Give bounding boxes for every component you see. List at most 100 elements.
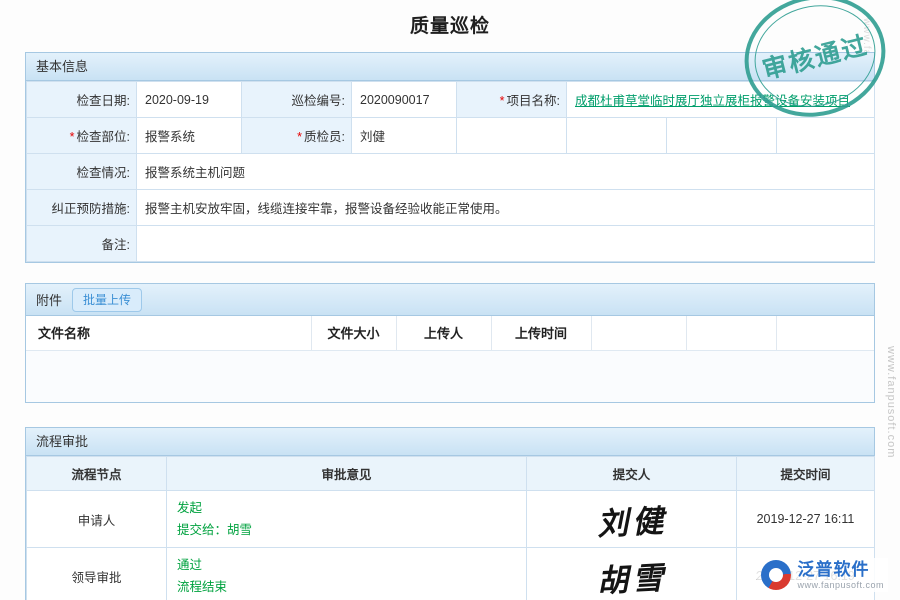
check-date-value-text: 2020-09-19 — [145, 93, 209, 107]
situation-label: 检查情况: — [27, 154, 137, 190]
patrol-no-label: 巡检编号: — [242, 82, 352, 118]
approval-time-text: 2019-12-27 16:11 — [757, 512, 855, 526]
signature: 胡雪 — [595, 552, 667, 600]
approval-action-link[interactable]: 发起 — [177, 497, 202, 520]
col-file-size-text: 文件大小 — [327, 326, 379, 341]
attachments-col-file-name: 文件名称 — [26, 316, 311, 350]
col-upload-time-text: 上传时间 — [515, 326, 567, 341]
situation-label-text: 检查情况: — [77, 166, 130, 180]
attachments-header-row: 文件名称 文件大小 上传人 上传时间 — [26, 316, 874, 350]
approval-node-text: 领导审批 — [71, 571, 121, 585]
approval-opinion: 通过 流程结束 — [167, 548, 527, 600]
inspector-label: *质检员: — [242, 118, 352, 154]
attachments-section: 附件 批量上传 文件名称 文件大小 上传人 上传时间 — [25, 283, 875, 403]
check-part-label-text: 检查部位: — [77, 130, 130, 144]
attachments-empty-row — [26, 350, 874, 402]
check-part-value: 报警系统 — [137, 118, 242, 154]
basic-info-section: 基本信息 检查日期: 2020-09-19 巡检编号: 2020090017 *… — [25, 52, 875, 263]
patrol-no-value: 2020090017 — [352, 82, 457, 118]
approval-section: 流程审批 流程节点 审批意见 提交人 提交时间 申请人 发起 提交给：胡雪 — [25, 427, 875, 600]
approval-action-link[interactable]: 通过 — [177, 554, 202, 577]
remark-label: 备注: — [27, 226, 137, 262]
batch-upload-button[interactable]: 批量上传 — [72, 288, 142, 312]
situation-value-text: 报警系统主机问题 — [145, 166, 245, 180]
basic-info-row-4: 纠正预防措施: 报警主机安放牢固，线缆连接牢靠，报警设备经验收能正常使用。 — [27, 190, 875, 226]
check-date-label-text: 检查日期: — [77, 94, 130, 108]
approval-col-node: 流程节点 — [27, 457, 167, 491]
attachments-table: 文件名称 文件大小 上传人 上传时间 — [26, 316, 874, 402]
approval-node: 申请人 — [27, 491, 167, 548]
col-file-name-text: 文件名称 — [38, 326, 90, 341]
check-part-value-text: 报警系统 — [145, 130, 195, 144]
col-submitter-text: 提交人 — [613, 468, 651, 482]
approval-col-submitter: 提交人 — [527, 457, 737, 491]
approval-detail-link[interactable]: 提交给：胡雪 — [177, 519, 252, 542]
col-opinion-text: 审批意见 — [321, 468, 371, 482]
inspector-value: 刘健 — [352, 118, 457, 154]
check-date-value: 2020-09-19 — [137, 82, 242, 118]
approval-header: 流程审批 — [26, 428, 874, 456]
col-node-text: 流程节点 — [71, 468, 121, 482]
measures-value: 报警主机安放牢固，线缆连接牢靠，报警设备经验收能正常使用。 — [137, 190, 875, 226]
col-time-text: 提交时间 — [780, 468, 830, 482]
inspector-value-text: 刘健 — [360, 130, 385, 144]
inspector-label-text: 质检员: — [304, 130, 345, 144]
basic-info-row-2: *检查部位: 报警系统 *质检员: 刘健 — [27, 118, 875, 154]
attachments-title: 附件 — [36, 290, 62, 309]
empty-cell — [457, 118, 567, 154]
attachments-col-file-size: 文件大小 — [311, 316, 396, 350]
basic-info-table: 检查日期: 2020-09-19 巡检编号: 2020090017 *项目名称:… — [26, 81, 875, 262]
approval-signature-cell: 刘健 — [527, 491, 737, 548]
attachments-col-empty — [776, 316, 874, 350]
situation-value: 报警系统主机问题 — [137, 154, 875, 190]
attachments-col-uploader: 上传人 — [396, 316, 491, 350]
approval-opinion: 发起 提交给：胡雪 — [167, 491, 527, 548]
approval-row-leader: 领导审批 通过 流程结束 胡雪 2019-12-27 16:19 — [27, 548, 875, 600]
measures-label: 纠正预防措施: — [27, 190, 137, 226]
remark-value — [137, 226, 875, 262]
measures-value-text: 报警主机安放牢固，线缆连接牢靠，报警设备经验收能正常使用。 — [145, 202, 508, 216]
attachments-col-upload-time: 上传时间 — [491, 316, 591, 350]
brand-site: www.fanpusoft.com — [797, 580, 884, 590]
approval-title: 流程审批 — [36, 434, 88, 449]
attachments-col-empty — [686, 316, 776, 350]
required-asterisk: * — [500, 94, 505, 108]
approval-signature-cell: 胡雪 — [527, 548, 737, 600]
patrol-no-label-text: 巡检编号: — [292, 94, 345, 108]
check-date-label: 检查日期: — [27, 82, 137, 118]
approval-node: 领导审批 — [27, 548, 167, 600]
col-uploader-text: 上传人 — [424, 326, 463, 341]
approval-header-row: 流程节点 审批意见 提交人 提交时间 — [27, 457, 875, 491]
approval-detail-link[interactable]: 流程结束 — [177, 576, 227, 599]
attachments-col-empty — [591, 316, 686, 350]
basic-info-title: 基本信息 — [36, 59, 88, 74]
stamp-text: 审核通过 — [758, 25, 872, 86]
attachments-empty-body — [26, 350, 874, 402]
fanpu-logo-icon — [761, 560, 791, 590]
check-part-label: *检查部位: — [27, 118, 137, 154]
basic-info-row-5: 备注: — [27, 226, 875, 262]
page: www.fanpusoft.com www.fanpusoft.com 质量巡检… — [0, 0, 900, 600]
empty-cell — [567, 118, 667, 154]
approval-col-opinion: 审批意见 — [167, 457, 527, 491]
approval-col-time: 提交时间 — [737, 457, 875, 491]
attachments-header: 附件 批量上传 — [26, 284, 874, 316]
basic-info-row-3: 检查情况: 报警系统主机问题 — [27, 154, 875, 190]
signature: 刘健 — [595, 495, 667, 544]
measures-label-text: 纠正预防措施: — [52, 202, 130, 216]
brand-name: 泛普软件 — [797, 561, 884, 578]
approval-node-text: 申请人 — [78, 514, 116, 528]
approval-row-applicant: 申请人 发起 提交给：胡雪 刘健 2019-12-27 16:11 — [27, 491, 875, 548]
stamp-inner-ring-icon: 审核通过 — [744, 0, 887, 119]
basic-info-row-1: 检查日期: 2020-09-19 巡检编号: 2020090017 *项目名称:… — [27, 82, 875, 118]
patrol-no-value-text: 2020090017 — [360, 93, 430, 107]
approval-time: 2019-12-27 16:11 — [737, 491, 875, 548]
watermark-side: www.fanpusoft.com — [885, 346, 897, 458]
remark-label-text: 备注: — [102, 238, 130, 252]
required-asterisk: * — [70, 130, 75, 144]
project-name-label-text: 项目名称: — [507, 94, 560, 108]
approval-table: 流程节点 审批意见 提交人 提交时间 申请人 发起 提交给：胡雪 刘健 2019… — [26, 456, 875, 600]
required-asterisk: * — [297, 130, 302, 144]
brand-footer[interactable]: 泛普软件 www.fanpusoft.com — [757, 558, 888, 592]
project-name-label: *项目名称: — [457, 82, 567, 118]
